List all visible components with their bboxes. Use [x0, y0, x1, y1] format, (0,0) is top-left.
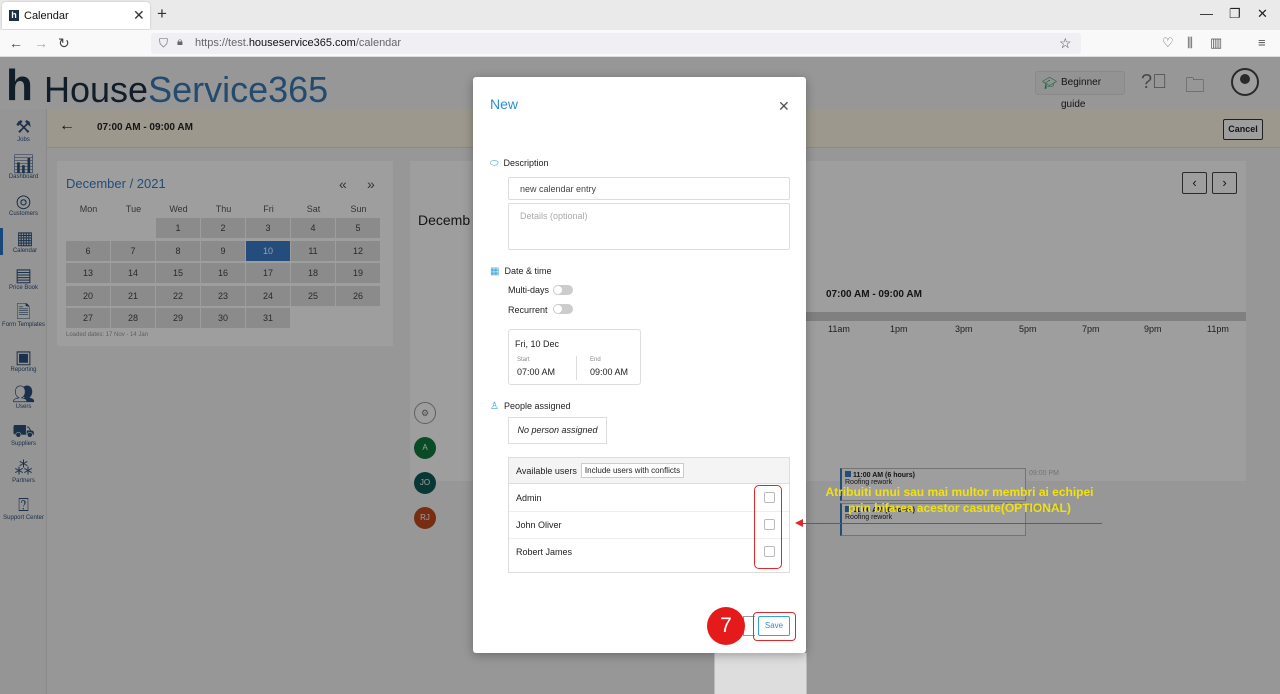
multidays-toggle[interactable] [553, 285, 573, 295]
sidebar-toggle-icon[interactable]: ▥ [1210, 35, 1222, 51]
back-arrow-icon[interactable]: ← [9, 35, 23, 51]
available-users-label: Available users [516, 466, 577, 476]
user-row: Robert James [509, 539, 789, 566]
tab-title: Calendar [24, 10, 69, 22]
browser-tab-bar: h Calendar ✕ + — ❐ ✕ [0, 0, 1280, 30]
recurrent-label: Recurrent [508, 305, 548, 315]
include-conflicts-button[interactable]: Include users with conflicts [581, 463, 684, 478]
description-section: ⬭ Description [490, 158, 549, 169]
annotation-text: Atribuiti unui sau mai multor membri ai … [825, 485, 1094, 515]
favicon-icon: h [9, 10, 19, 21]
details-textarea[interactable]: Details (optional) [508, 203, 790, 250]
url-text: https://test.houseservice365.com/calenda… [195, 37, 402, 49]
close-icon[interactable]: ✕ [778, 98, 790, 115]
user-row: John Oliver [509, 512, 789, 539]
user-row: Admin [509, 485, 789, 512]
annotation-arrow-line [802, 523, 1102, 524]
modal-title: New [490, 96, 519, 112]
browser-tab[interactable]: h Calendar ✕ [2, 2, 150, 29]
bookmark-star-icon[interactable]: ☆ [1059, 35, 1072, 52]
close-tab-icon[interactable]: ✕ [133, 7, 145, 24]
restore-icon[interactable]: ❐ [1229, 6, 1241, 22]
annotation-arrowhead [795, 519, 803, 527]
forward-arrow-icon[interactable]: → [34, 35, 48, 51]
end-time[interactable]: 09:00 AM [590, 367, 628, 377]
browser-nav-bar: ← → ↻ ⛉ 🔒︎ https://test.houseservice365.… [0, 30, 1280, 78]
checkbox-highlight [754, 485, 782, 569]
date-value: Fri, 10 Dec [515, 339, 560, 349]
background-strip [714, 653, 807, 694]
start-time[interactable]: 07:00 AM [517, 367, 555, 377]
datetime-section: ▦ Date & time [490, 266, 552, 277]
available-users-list: Available users Include users with confl… [508, 457, 790, 573]
save-highlight [753, 612, 796, 641]
minimize-icon[interactable]: — [1200, 6, 1213, 21]
pocket-icon[interactable]: ♡ [1162, 35, 1174, 51]
url-bar[interactable]: ⛉ 🔒︎ https://test.houseservice365.com/ca… [151, 33, 1081, 54]
multidays-label: Multi-days [508, 285, 550, 295]
no-person-box: No person assigned [508, 417, 607, 444]
end-label: End [590, 357, 601, 363]
step-badge: 7 [707, 607, 745, 645]
people-section: ♙ People assigned [490, 401, 571, 412]
date-picker[interactable]: Fri, 10 Dec Start 07:00 AM End 09:00 AM [508, 329, 641, 385]
shield-icon[interactable]: ⛉ [159, 36, 168, 51]
menu-icon[interactable]: ≡ [1258, 35, 1266, 50]
window-close-icon[interactable]: ✕ [1257, 6, 1268, 22]
available-users-header: Available users Include users with confl… [509, 458, 789, 484]
recurrent-toggle[interactable] [553, 304, 573, 314]
tag-icon: ⬭ [490, 158, 499, 169]
divider [576, 356, 577, 380]
reload-icon[interactable]: ↻ [58, 35, 70, 52]
library-icon[interactable]: ⫼ [1187, 35, 1193, 51]
calendar-icon: ▦ [490, 266, 500, 277]
start-label: Start [517, 357, 530, 363]
lock-icon[interactable]: 🔒︎ [177, 36, 183, 49]
description-input[interactable]: new calendar entry [508, 177, 790, 200]
new-tab-icon[interactable]: + [157, 4, 167, 24]
person-icon: ♙ [490, 401, 499, 412]
